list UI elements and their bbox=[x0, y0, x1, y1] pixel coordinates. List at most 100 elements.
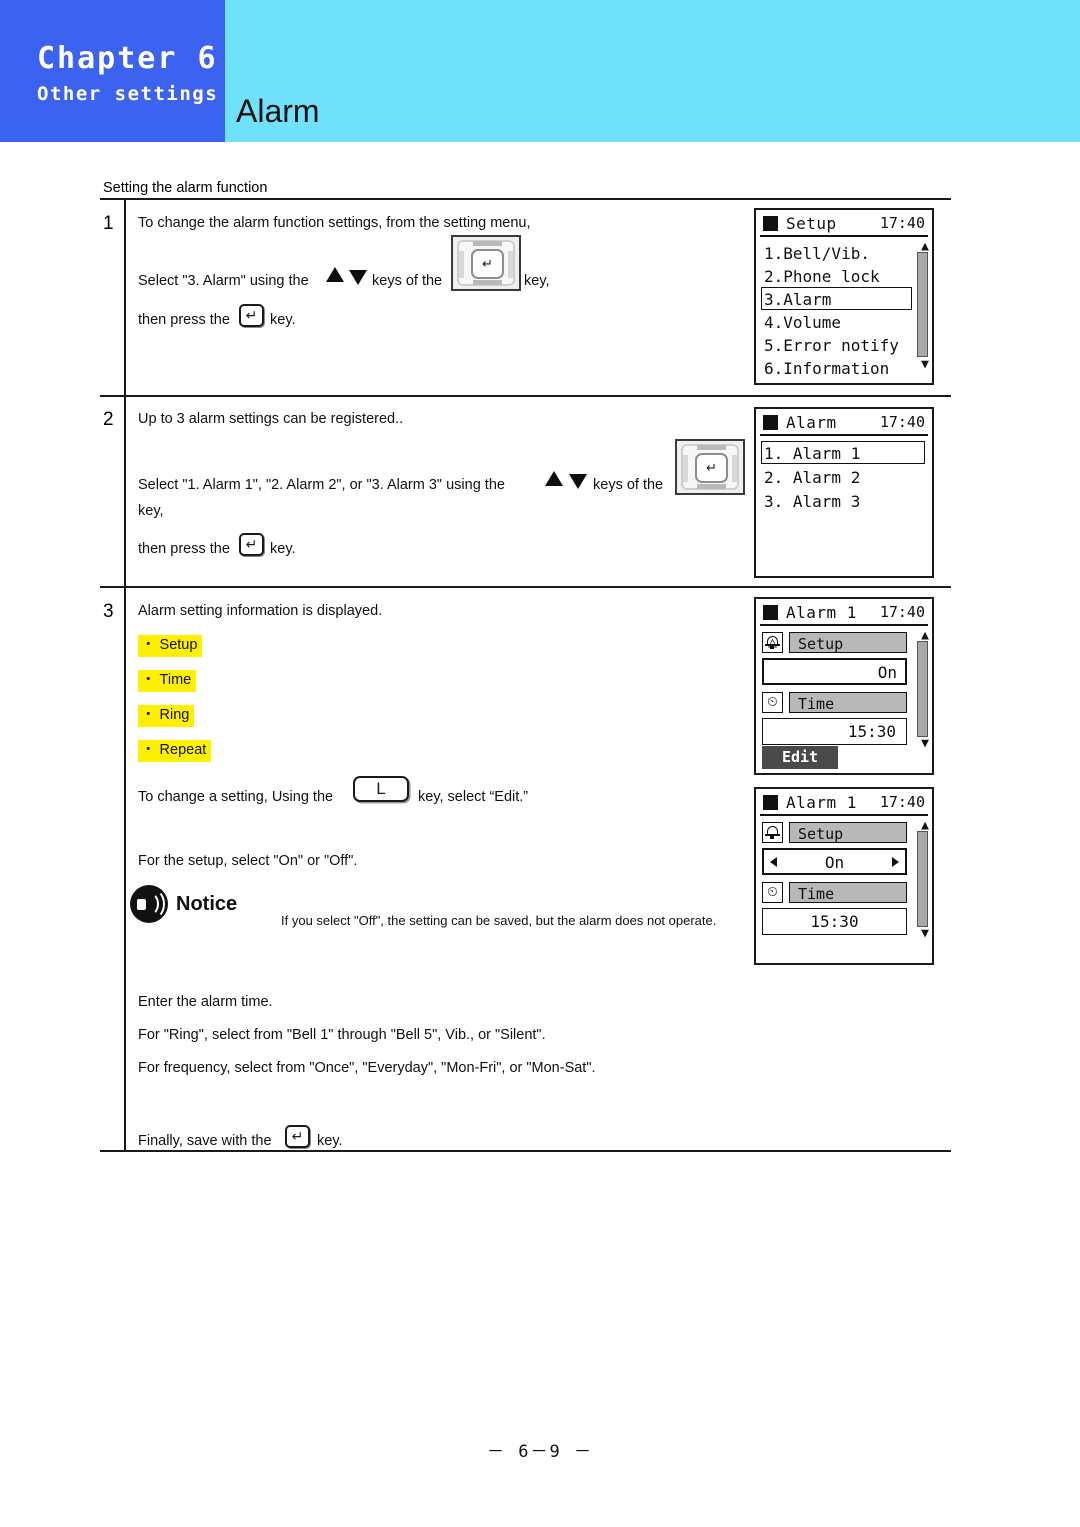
scrollbar-thumb[interactable] bbox=[917, 252, 928, 357]
highlight-ring: ・ Ring bbox=[138, 705, 195, 727]
screen-alarm-edit-titlebar: Alarm 1 17:40 bbox=[756, 789, 932, 816]
step2-line4: key, bbox=[138, 503, 164, 519]
header-cyan-band bbox=[225, 0, 1080, 142]
page-header: Chapter 6 Other settings Alarm bbox=[0, 0, 1080, 142]
screen-alarm-edit-title: Alarm 1 bbox=[786, 793, 857, 812]
step3-line8: Finally, save with the bbox=[138, 1133, 272, 1149]
step1-line1: To change the alarm function settings, f… bbox=[138, 215, 531, 231]
menu-item-error-notify[interactable]: 5.Error notify bbox=[764, 338, 899, 354]
edit-softkey-button[interactable]: Edit bbox=[762, 746, 838, 769]
step1-line2: Select "3. Alarm" using the bbox=[138, 273, 309, 289]
step1-line5: then press the bbox=[138, 312, 230, 328]
scroll-down-arrow-icon: ▼ bbox=[921, 357, 929, 372]
arrow-down-icon bbox=[569, 474, 587, 489]
screen-setup: Setup 17:40 1.Bell/Vib. 2.Phone lock 3.A… bbox=[754, 208, 934, 385]
menu-item-volume[interactable]: 4.Volume bbox=[764, 315, 841, 331]
setup-field-value[interactable]: On bbox=[762, 658, 907, 685]
step3-line1: Alarm setting information is displayed. bbox=[138, 603, 383, 619]
navigation-key-icon bbox=[675, 439, 745, 495]
highlight-repeat: ・ Repeat bbox=[138, 740, 212, 762]
arrow-up-icon bbox=[326, 267, 344, 282]
bell-icon: △ bbox=[762, 632, 783, 653]
step-number-1: 1 bbox=[103, 213, 114, 234]
step3-line3: key, select “Edit.” bbox=[418, 789, 529, 805]
time-field-value[interactable]: 15:30 bbox=[762, 718, 907, 745]
screen-setup-time: 17:40 bbox=[879, 214, 925, 232]
screen-alarm-list-title: Alarm bbox=[786, 413, 837, 432]
step3-line7: For frequency, select from "Once", "Ever… bbox=[138, 1060, 596, 1076]
page-content: Setting the alarm function 1 To change t… bbox=[0, 142, 1080, 1527]
step2-line3: keys of the bbox=[593, 477, 664, 493]
screen-alarm-detail-time: 17:40 bbox=[879, 603, 925, 621]
screen-alarm-detail: Alarm 1 17:40 △ Setup On ⏲ Time 15:30 ▲ … bbox=[754, 597, 934, 775]
screen-alarm-detail-titlebar: Alarm 1 17:40 bbox=[756, 599, 932, 626]
scroll-down-arrow-icon: ▼ bbox=[921, 926, 929, 941]
setup-field-value-editable[interactable]: On bbox=[762, 848, 907, 875]
step1-line6: key. bbox=[270, 312, 296, 328]
scrollbar-thumb[interactable] bbox=[917, 641, 928, 737]
screen-setup-title: Setup bbox=[786, 214, 837, 233]
divider-step1-step2 bbox=[100, 395, 951, 397]
screen-alarm-edit: Alarm 1 17:40 Setup On ⏲ Time 15:30 ▲ ▼ bbox=[754, 787, 934, 965]
divider-vertical bbox=[124, 199, 126, 1150]
menu-item-bell-vib[interactable]: 1.Bell/Vib. bbox=[764, 246, 870, 262]
chapter-title: Chapter 6 bbox=[37, 41, 218, 76]
step2-line5: then press the bbox=[138, 541, 230, 557]
divider-step2-step3 bbox=[100, 586, 951, 588]
step-number-2: 2 bbox=[103, 409, 114, 430]
section-label: Setting the alarm function bbox=[103, 180, 268, 196]
increment-arrow-icon[interactable] bbox=[892, 856, 899, 867]
step2-line6: key. bbox=[270, 541, 296, 557]
menu-item-alarm[interactable]: 3.Alarm bbox=[764, 292, 831, 308]
screen-setup-titlebar: Setup 17:40 bbox=[756, 210, 932, 237]
notice-title: Notice bbox=[176, 893, 238, 915]
step3-line4: For the setup, select "On" or "Off". bbox=[138, 853, 358, 869]
alarm-item-3[interactable]: 3. Alarm 3 bbox=[764, 494, 860, 510]
time-field-label: Time bbox=[789, 882, 907, 903]
signal-square-icon bbox=[763, 216, 778, 231]
enter-key-icon bbox=[239, 533, 264, 556]
highlight-setup: ・ Setup bbox=[138, 635, 203, 657]
signal-square-icon bbox=[763, 795, 778, 810]
arrow-down-icon bbox=[349, 270, 367, 285]
setup-field-label: Setup bbox=[789, 822, 907, 843]
scroll-down-arrow-icon: ▼ bbox=[921, 736, 929, 751]
step3-line6: For "Ring", select from "Bell 1" through… bbox=[138, 1027, 546, 1043]
notice-speaker-icon bbox=[130, 885, 168, 923]
page-footer: － 6－9 － bbox=[487, 1442, 593, 1462]
signal-square-icon bbox=[763, 605, 778, 620]
step3-line2: To change a setting, Using the bbox=[138, 789, 334, 805]
enter-key-icon bbox=[285, 1125, 310, 1148]
bell-icon bbox=[762, 822, 783, 843]
arrow-up-icon bbox=[545, 471, 563, 486]
step1-line3: keys of the bbox=[372, 273, 443, 289]
step3-line9: key. bbox=[317, 1133, 343, 1149]
alarm-item-2[interactable]: 2. Alarm 2 bbox=[764, 470, 860, 486]
step2-line2: Select "1. Alarm 1", "2. Alarm 2", or "3… bbox=[138, 477, 505, 493]
step1-line4: key, bbox=[524, 273, 550, 289]
screen-alarm-edit-time: 17:40 bbox=[879, 793, 925, 811]
screen-alarm-list-time: 17:40 bbox=[879, 413, 925, 431]
divider-top bbox=[100, 198, 951, 200]
highlight-time: ・ Time bbox=[138, 670, 197, 692]
notice-body: If you select "Off", the setting can be … bbox=[281, 913, 717, 928]
time-field-label: Time bbox=[789, 692, 907, 713]
step2-line1: Up to 3 alarm settings can be registered… bbox=[138, 411, 404, 427]
step-number-3: 3 bbox=[103, 601, 114, 622]
menu-item-phone-lock[interactable]: 2.Phone lock bbox=[764, 269, 880, 285]
clock-icon: ⏲ bbox=[762, 882, 783, 903]
alarm-item-1[interactable]: 1. Alarm 1 bbox=[764, 446, 860, 462]
enter-key-icon bbox=[239, 304, 264, 327]
left-softkey-icon bbox=[353, 776, 409, 802]
navigation-key-icon bbox=[451, 235, 521, 291]
divider-bottom bbox=[100, 1150, 951, 1152]
setup-field-label: Setup bbox=[789, 632, 907, 653]
page-title: Alarm bbox=[236, 93, 320, 129]
screen-alarm-list: Alarm 17:40 1. Alarm 1 2. Alarm 2 3. Ala… bbox=[754, 407, 934, 578]
time-field-value[interactable]: 15:30 bbox=[762, 908, 907, 935]
clock-icon: ⏲ bbox=[762, 692, 783, 713]
menu-item-information[interactable]: 6.Information bbox=[764, 361, 889, 377]
step3-line5: Enter the alarm time. bbox=[138, 994, 273, 1010]
chapter-subtitle: Other settings bbox=[37, 83, 219, 105]
scrollbar-thumb[interactable] bbox=[917, 831, 928, 927]
